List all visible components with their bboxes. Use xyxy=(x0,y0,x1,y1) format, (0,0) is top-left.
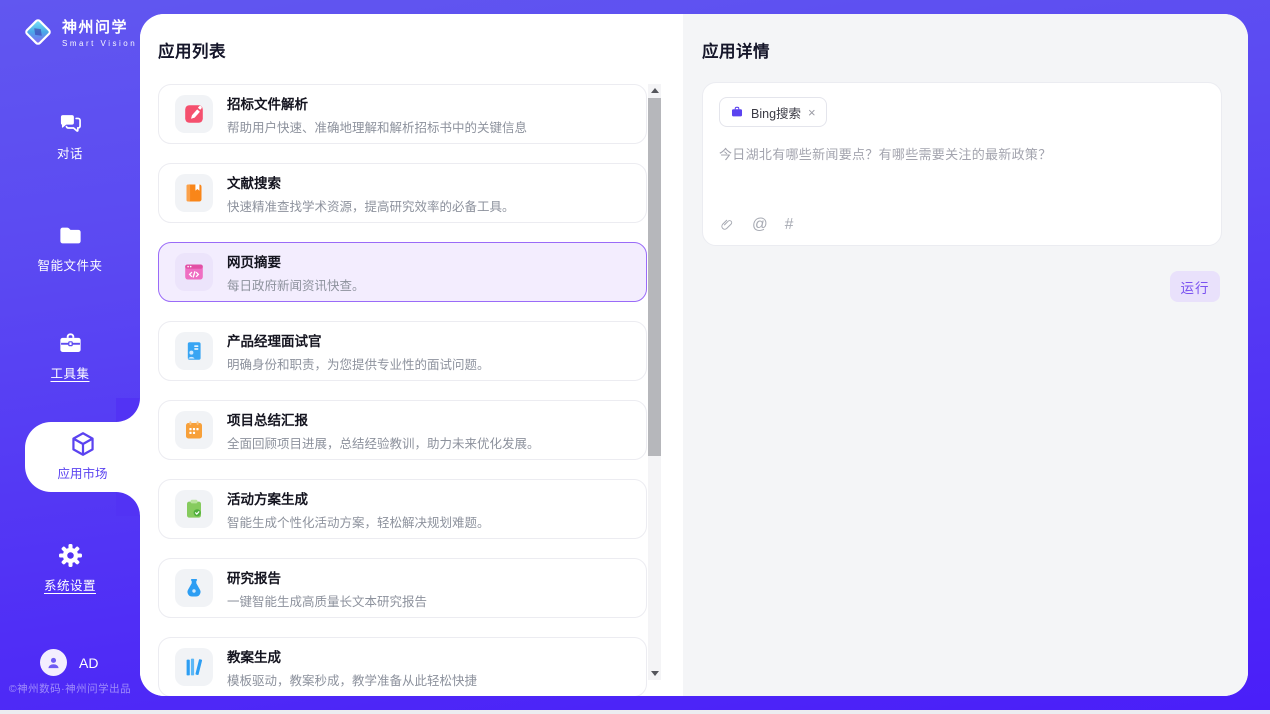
books-icon xyxy=(175,648,213,686)
sidebar-item-toolkit[interactable]: 工具集 xyxy=(0,330,140,382)
scroll-down-button[interactable] xyxy=(648,667,661,680)
edit-document-icon xyxy=(175,95,213,133)
app-card-research-report[interactable]: 研究报告 一键智能生成高质量长文本研究报告 xyxy=(158,558,647,618)
user-name: AD xyxy=(79,655,98,671)
close-icon[interactable]: × xyxy=(808,106,816,119)
brand-subtitle: Smart Vision xyxy=(62,39,137,48)
app-list-panel: 应用列表 招标文件解析 帮助用户快速、准确地理解和解析招标书中的关键信息 xyxy=(140,14,683,696)
scroll-up-button[interactable] xyxy=(648,84,661,97)
app-card-title: 教案生成 xyxy=(227,646,477,666)
cube-icon xyxy=(69,430,97,458)
app-card-lesson-plan[interactable]: 教案生成 模板驱动，教案秒成，教学准备从此轻松快捷 xyxy=(158,637,647,696)
gem-logo-icon xyxy=(22,16,54,48)
tool-chip-label: Bing搜索 xyxy=(751,103,801,122)
prompt-text[interactable]: 今日湖北有哪些新闻要点？有哪些需要关注的最新政策？ xyxy=(719,144,1205,163)
main-content: 应用列表 招标文件解析 帮助用户快速、准确地理解和解析招标书中的关键信息 xyxy=(140,14,1248,696)
sidebar-item-label: 对话 xyxy=(0,143,140,162)
app-card-title: 文献搜索 xyxy=(227,172,515,192)
app-card-title: 项目总结汇报 xyxy=(227,409,540,429)
app-list-title: 应用列表 xyxy=(158,38,226,62)
book-icon xyxy=(175,174,213,212)
briefcase-icon xyxy=(730,105,744,119)
triangle-down-icon xyxy=(651,671,659,676)
sidebar-item-label: 智能文件夹 xyxy=(0,255,140,274)
resume-icon xyxy=(175,332,213,370)
app-card-description: 一键智能生成高质量长文本研究报告 xyxy=(227,591,427,610)
sidebar-item-label: 系统设置 xyxy=(0,575,140,594)
app-card-description: 每日政府新闻资讯快查。 xyxy=(227,275,365,294)
sidebar: 神州问学 Smart Vision 对话 智能文件夹 工具集 xyxy=(0,0,140,714)
app-card-bid-parse[interactable]: 招标文件解析 帮助用户快速、准确地理解和解析招标书中的关键信息 xyxy=(158,84,647,144)
sidebar-item-settings[interactable]: 系统设置 xyxy=(0,542,140,594)
tool-chip-bing-search[interactable]: Bing搜索 × xyxy=(719,97,827,127)
app-card-description: 快速精准查找学术资源，提高研究效率的必备工具。 xyxy=(227,196,515,215)
clipboard-check-icon xyxy=(175,490,213,528)
hash-icon[interactable]: # xyxy=(785,217,794,233)
avatar xyxy=(40,649,67,676)
tab-notch-bottom xyxy=(116,492,140,516)
app-card-description: 帮助用户快速、准确地理解和解析招标书中的关键信息 xyxy=(227,117,527,136)
triangle-up-icon xyxy=(651,88,659,93)
toolbox-icon xyxy=(57,330,84,357)
app-card-title: 活动方案生成 xyxy=(227,488,490,508)
sidebar-item-label: 应用市场 xyxy=(25,463,140,482)
app-card-web-summary[interactable]: 网页摘要 每日政府新闻资讯快查。 xyxy=(158,242,647,302)
app-card-title: 研究报告 xyxy=(227,567,427,587)
brand-logo: 神州问学 Smart Vision xyxy=(22,16,137,48)
tab-notch-top xyxy=(116,398,140,422)
browser-code-icon xyxy=(175,253,213,291)
sidebar-item-chat[interactable]: 对话 xyxy=(0,110,140,162)
prompt-input-area[interactable]: Bing搜索 × 今日湖北有哪些新闻要点？有哪些需要关注的最新政策？ @ # xyxy=(702,82,1222,246)
paperclip-icon[interactable] xyxy=(719,217,735,233)
app-card-literature-search[interactable]: 文献搜索 快速精准查找学术资源，提高研究效率的必备工具。 xyxy=(158,163,647,223)
scrollbar-thumb[interactable] xyxy=(648,98,661,456)
app-detail-panel: 应用详情 Bing搜索 × 今日湖北有哪些新闻要点？有哪些需要关注的最新政策？ … xyxy=(683,14,1248,696)
sidebar-item-label: 工具集 xyxy=(0,363,140,382)
calendar-note-icon xyxy=(175,411,213,449)
gear-icon xyxy=(57,542,84,569)
copyright-text: ©神州数码·神州问学出品 xyxy=(0,681,140,696)
scrollbar[interactable] xyxy=(648,84,661,680)
app-card-description: 智能生成个性化活动方案，轻松解决规划难题。 xyxy=(227,512,490,531)
app-card-list: 招标文件解析 帮助用户快速、准确地理解和解析招标书中的关键信息 文献搜索 快速精… xyxy=(158,84,647,696)
person-icon xyxy=(45,654,62,671)
user-account[interactable]: AD xyxy=(40,649,98,676)
app-card-description: 模板驱动，教案秒成，教学准备从此轻松快捷 xyxy=(227,670,477,689)
run-button[interactable]: 运行 xyxy=(1170,271,1220,302)
app-detail-title: 应用详情 xyxy=(702,38,770,62)
app-card-title: 网页摘要 xyxy=(227,251,365,271)
app-card-event-plan[interactable]: 活动方案生成 智能生成个性化活动方案，轻松解决规划难题。 xyxy=(158,479,647,539)
sidebar-item-app-market[interactable]: 应用市场 xyxy=(25,430,140,482)
flask-report-icon xyxy=(175,569,213,607)
folder-icon xyxy=(57,222,84,249)
app-card-pm-interviewer[interactable]: 产品经理面试官 明确身份和职责，为您提供专业性的面试问题。 xyxy=(158,321,647,381)
bottom-edge-strip xyxy=(0,710,1270,714)
prompt-toolbar: @ # xyxy=(719,217,793,233)
chat-icon xyxy=(57,110,84,137)
app-card-description: 明确身份和职责，为您提供专业性的面试问题。 xyxy=(227,354,490,373)
app-card-project-summary[interactable]: 项目总结汇报 全面回顾项目进展，总结经验教训，助力未来优化发展。 xyxy=(158,400,647,460)
mention-icon[interactable]: @ xyxy=(752,217,768,233)
app-card-description: 全面回顾项目进展，总结经验教训，助力未来优化发展。 xyxy=(227,433,540,452)
app-card-title: 招标文件解析 xyxy=(227,93,527,113)
sidebar-item-smart-folder[interactable]: 智能文件夹 xyxy=(0,222,140,274)
app-card-title: 产品经理面试官 xyxy=(227,330,490,350)
brand-name: 神州问学 xyxy=(62,16,137,37)
